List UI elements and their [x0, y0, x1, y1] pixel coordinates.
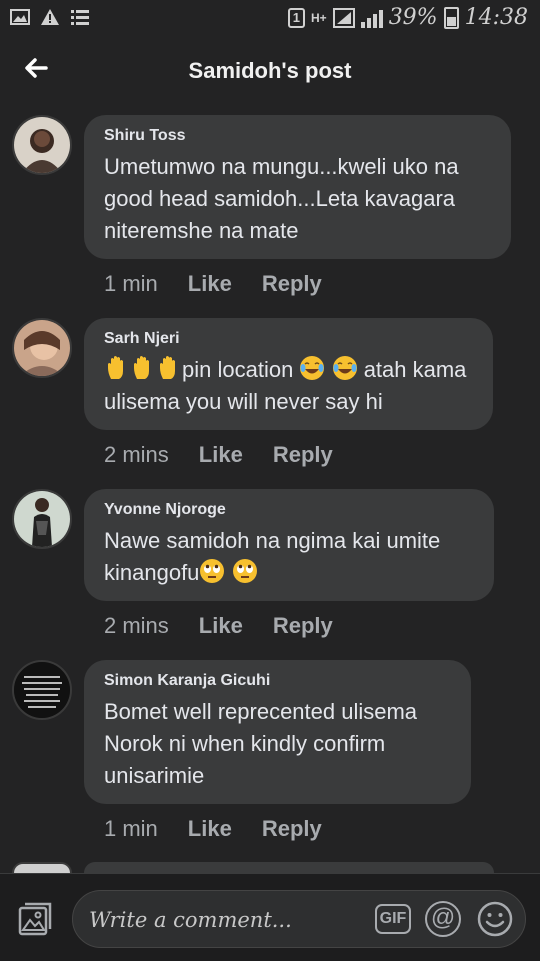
- comment-bubble[interactable]: Sarh Njeri pin location atah kama ulisem…: [84, 318, 493, 430]
- reply-button[interactable]: Reply: [273, 613, 333, 639]
- emoji-icon[interactable]: [477, 901, 513, 937]
- comment-bubble[interactable]: Simon Karanja Gicuhi Bomet well reprecen…: [84, 660, 471, 804]
- photo-icon[interactable]: [16, 902, 52, 938]
- tears-of-joy-emoji-icon: [332, 355, 358, 381]
- comment-actions: 1 min Like Reply: [104, 816, 322, 842]
- comment-composer: GIF @: [0, 873, 540, 961]
- reply-button[interactable]: Reply: [262, 271, 322, 297]
- like-button[interactable]: Like: [199, 613, 243, 639]
- raised-hand-emoji-icon: [156, 355, 182, 381]
- comment-input-box[interactable]: GIF @: [72, 890, 526, 948]
- like-button[interactable]: Like: [188, 271, 232, 297]
- warning-icon: [41, 9, 59, 25]
- image-notification-icon: [10, 9, 30, 25]
- comment-input[interactable]: [87, 901, 361, 939]
- sim-indicator: 1: [287, 7, 305, 28]
- reply-button[interactable]: Reply: [273, 442, 333, 468]
- comment-author: Sarh Njeri: [104, 330, 180, 347]
- comment-author: Simon Karanja Gicuhi: [104, 672, 271, 689]
- avatar[interactable]: [12, 862, 72, 873]
- comment-time: 2 mins: [104, 442, 169, 467]
- comment-author: Yvonne Njoroge: [104, 501, 226, 518]
- comment-time: 1 min: [104, 816, 158, 841]
- comment-text-part: pin location: [182, 357, 294, 382]
- comment-time: 2 mins: [104, 613, 169, 638]
- comment-time: 1 min: [104, 271, 158, 296]
- comment-text: Nawe samidoh na ngima kai umite kinangof…: [104, 525, 474, 589]
- list-notification-icon: [71, 10, 89, 25]
- network-type: H+: [311, 10, 327, 25]
- clock: 14:38: [464, 5, 528, 30]
- like-button[interactable]: Like: [188, 816, 232, 842]
- gif-button[interactable]: GIF: [375, 904, 411, 934]
- page-title: Samidoh's post: [188, 58, 352, 83]
- comment-text: pin location atah kama ulisema you will …: [104, 354, 473, 418]
- comment-text-part: Nawe samidoh na ngima kai umite kinangof…: [104, 528, 441, 585]
- battery-icon: [443, 6, 459, 29]
- comment-text: Bomet well reprecented ulisema Norok ni …: [104, 699, 418, 788]
- comment-bubble[interactable]: [84, 862, 494, 873]
- comment-author[interactable]: Shiru Toss: [104, 127, 491, 145]
- tears-of-joy-emoji-icon: [299, 355, 325, 381]
- mention-button[interactable]: @: [425, 901, 461, 937]
- comment-actions: 1 min Like Reply: [104, 271, 322, 297]
- like-button[interactable]: Like: [199, 442, 243, 468]
- avatar[interactable]: [12, 318, 72, 378]
- comment-actions: 2 mins Like Reply: [104, 613, 333, 639]
- raised-hand-emoji-icon: [130, 355, 156, 381]
- battery-percent: 39%: [388, 5, 438, 30]
- avatar[interactable]: [12, 660, 72, 720]
- eye-roll-emoji-icon: [232, 558, 258, 584]
- signal-icon: [332, 7, 355, 28]
- reply-button[interactable]: Reply: [262, 816, 322, 842]
- eye-roll-emoji-icon: [199, 558, 225, 584]
- avatar[interactable]: [12, 115, 72, 175]
- comment-bubble[interactable]: Yvonne Njoroge Nawe samidoh na ngima kai…: [84, 489, 494, 601]
- comment-text: Umetumwo na mungu...kweli uko na good he…: [104, 154, 459, 243]
- status-bar: 1 H+ 39% 14:38: [0, 0, 540, 36]
- comment-actions: 2 mins Like Reply: [104, 442, 333, 468]
- raised-hand-emoji-icon: [104, 355, 130, 381]
- avatar[interactable]: [12, 489, 72, 549]
- comment-bubble[interactable]: Shiru Toss Umetumwo na mungu...kweli uko…: [84, 115, 511, 259]
- signal-bars-icon: [360, 8, 383, 28]
- header: Samidoh's post: [0, 36, 540, 108]
